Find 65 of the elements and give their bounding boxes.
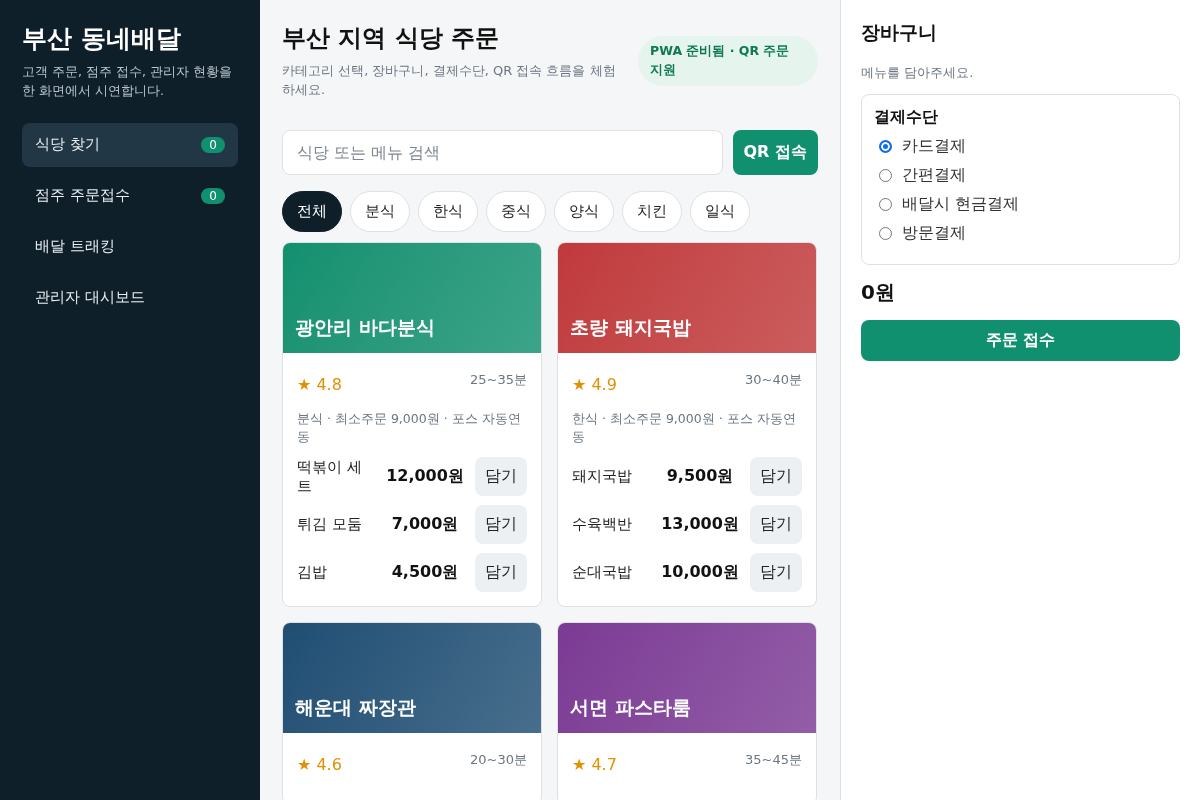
restaurant-banner: 서면 파스타룸	[558, 623, 816, 734]
radio-button[interactable]	[879, 169, 892, 182]
restaurant-info: 한식 · 최소주문 9,000원 · 포스 자동연동	[572, 409, 797, 447]
rating: ★ 4.9	[572, 374, 617, 394]
qr-button[interactable]: QR 접속	[732, 129, 818, 175]
menu-name: 튀김 모둠	[297, 515, 363, 535]
payment-option-label: 카드결제	[902, 136, 966, 157]
category-chip[interactable]: 전체	[282, 190, 342, 232]
cart-total: 0원	[861, 279, 896, 306]
delivery-time: 25~35분	[470, 370, 527, 389]
delivery-time: 20~30분	[470, 751, 527, 770]
radio-button[interactable]	[879, 140, 892, 153]
nav-item[interactable]: 배달 트래킹	[22, 224, 238, 269]
add-button[interactable]: 담기	[475, 553, 527, 593]
order-button[interactable]: 주문 접수	[861, 320, 1180, 361]
payment-title: 결제수단	[874, 107, 939, 128]
radio-button[interactable]	[879, 227, 892, 240]
category-chip[interactable]: 중식	[486, 190, 546, 232]
add-button[interactable]: 담기	[750, 553, 802, 593]
menu-name: 돼지국밥	[572, 467, 633, 487]
menu-price: 13,000원	[660, 514, 740, 536]
category-chip[interactable]: 분식	[350, 190, 410, 232]
category-chip[interactable]: 치킨	[622, 190, 682, 232]
add-button[interactable]: 담기	[750, 457, 802, 497]
menu-name: 수육백반	[572, 515, 633, 535]
category-chip[interactable]: 한식	[418, 190, 478, 232]
nav-item[interactable]: 점주 주문접수 0	[22, 173, 238, 218]
delivery-time: 30~40분	[745, 370, 802, 389]
restaurant-banner: 광안리 바다분식	[283, 242, 541, 353]
app-subtitle: 고객 주문, 점주 접수, 관리자 현황을 한 화면에서 시연합니다.	[22, 63, 233, 100]
nav-item[interactable]: 식당 찾기 0	[22, 122, 238, 167]
search-field[interactable]: 식당 또는 메뉴 검색	[282, 129, 723, 175]
restaurant-banner: 초량 돼지국밥	[558, 242, 816, 353]
nav-item[interactable]: 관리자 대시보드	[22, 275, 238, 320]
add-button[interactable]: 담기	[750, 505, 802, 545]
page-title: 부산 지역 식당 주문	[282, 23, 501, 54]
menu-price: 7,000원	[390, 514, 460, 536]
menu-name: 순대국밥	[572, 563, 633, 583]
radio-button[interactable]	[879, 198, 892, 211]
menu-name: 떡볶이 세트	[297, 457, 363, 496]
payment-option-label: 간편결제	[902, 165, 966, 186]
count-badge: 0	[201, 187, 225, 204]
app-title: 부산 동네배달	[22, 23, 182, 55]
menu-name: 김밥	[297, 563, 328, 583]
add-button[interactable]: 담기	[475, 457, 527, 497]
menu-price: 10,000원	[660, 562, 740, 584]
payment-option-label: 방문결제	[902, 223, 966, 244]
count-badge: 0	[201, 136, 225, 153]
cart-title: 장바구니	[861, 20, 938, 45]
menu-price: 9,500원	[665, 466, 735, 488]
status-pill: PWA 준비됨 · QR 주문 지원	[638, 36, 818, 86]
menu-price: 12,000원	[385, 466, 465, 488]
restaurant-banner: 해운대 짜장관	[283, 623, 541, 734]
restaurant-info: 분식 · 최소주문 9,000원 · 포스 자동연동	[297, 409, 522, 447]
rating: ★ 4.6	[297, 755, 342, 775]
page-subtitle: 카테고리 선택, 장바구니, 결제수단, QR 접속 흐름을 체험하세요.	[282, 62, 617, 99]
empty-cart-text: 메뉴를 담아주세요.	[861, 64, 975, 82]
menu-price: 4,500원	[390, 562, 460, 584]
add-button[interactable]: 담기	[475, 505, 527, 545]
rating: ★ 4.7	[572, 755, 617, 775]
delivery-time: 35~45분	[745, 751, 802, 770]
category-chip[interactable]: 양식	[554, 190, 614, 232]
payment-option-label: 배달시 현금결제	[902, 194, 1020, 215]
category-chip[interactable]: 일식	[690, 190, 750, 232]
rating: ★ 4.8	[297, 374, 342, 394]
